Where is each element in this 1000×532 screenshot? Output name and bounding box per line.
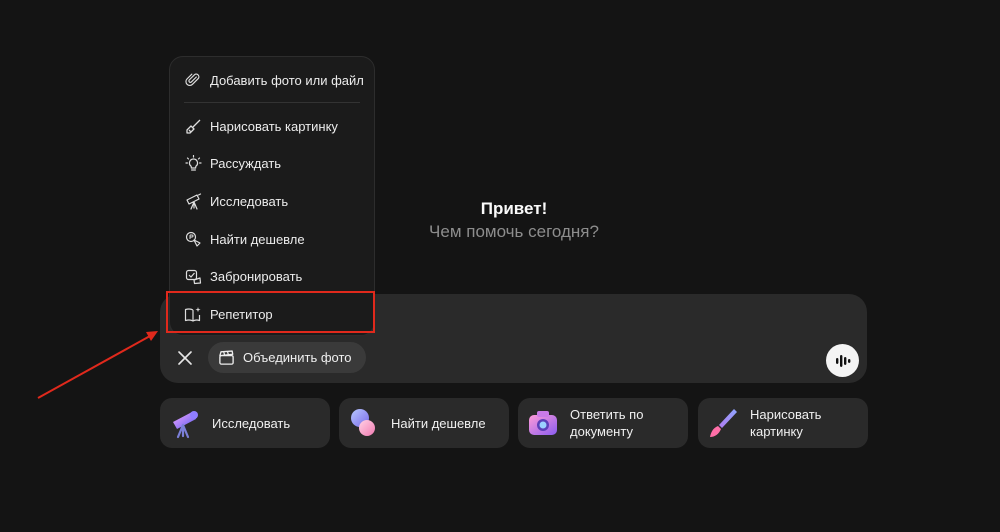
annotation-arrow	[37, 331, 158, 399]
lightbulb-icon	[184, 154, 202, 172]
merge-photos-chip[interactable]: Объединить фото	[208, 342, 366, 373]
suggestion-label: Нарисовать картинку	[750, 407, 822, 439]
menu-item-book[interactable]: Забронировать	[170, 262, 374, 290]
book-sparkle-icon	[184, 305, 202, 323]
menu-item-label: Найти дешевле	[210, 231, 305, 247]
suggestion-label: Ответить по документу	[570, 407, 644, 439]
menu-item-tutor[interactable]: Репетитор	[170, 300, 374, 328]
greeting: Привет! Чем помочь сегодня?	[0, 198, 1000, 243]
suggestion-cards: Исследовать Найти дешевле Ответить по до…	[160, 398, 868, 448]
menu-item-find-cheaper[interactable]: Найти дешевле	[170, 225, 374, 253]
close-button[interactable]	[174, 347, 196, 369]
suggestion-answer-document[interactable]: Ответить по документу	[518, 398, 688, 448]
paperclip-icon	[184, 71, 202, 89]
suggestion-label: Исследовать	[212, 415, 291, 431]
menu-item-label: Забронировать	[210, 268, 303, 284]
menu-item-label: Рассуждать	[210, 155, 282, 171]
tools-menu: Добавить фото или файл Нарисовать картин…	[169, 56, 375, 336]
menu-item-label: Добавить фото или файл	[210, 72, 364, 88]
menu-item-add-file[interactable]: Добавить фото или файл	[170, 66, 374, 94]
greeting-title: Привет!	[480, 199, 548, 218]
price-tag-icon	[184, 230, 202, 248]
suggestion-find-cheaper[interactable]: Найти дешевле	[339, 398, 509, 448]
suggestion-draw[interactable]: Нарисовать картинку	[698, 398, 868, 448]
menu-item-label: Нарисовать картинку	[210, 118, 338, 134]
coins-3d-icon	[347, 406, 381, 440]
close-icon	[178, 351, 192, 365]
brush-icon	[184, 117, 202, 135]
menu-item-reason[interactable]: Рассуждать	[170, 149, 374, 177]
voice-button[interactable]	[826, 344, 859, 377]
paintbrush-3d-icon	[706, 406, 740, 440]
booking-icon	[184, 267, 202, 285]
suggestion-research[interactable]: Исследовать	[160, 398, 330, 448]
menu-item-draw[interactable]: Нарисовать картинку	[170, 112, 374, 140]
waveform-icon	[835, 354, 850, 367]
menu-item-label: Репетитор	[210, 306, 273, 322]
camera-3d-icon	[526, 406, 560, 440]
clapperboard-icon	[219, 350, 234, 365]
menu-item-label: Исследовать	[210, 193, 289, 209]
telescope-3d-icon	[168, 406, 202, 440]
suggestion-label: Найти дешевле	[391, 415, 486, 431]
menu-divider	[184, 102, 360, 103]
telescope-icon	[184, 192, 202, 210]
merge-photos-label: Объединить фото	[243, 350, 352, 365]
greeting-subtitle: Чем помочь сегодня?	[429, 222, 599, 241]
menu-item-research[interactable]: Исследовать	[170, 187, 374, 215]
